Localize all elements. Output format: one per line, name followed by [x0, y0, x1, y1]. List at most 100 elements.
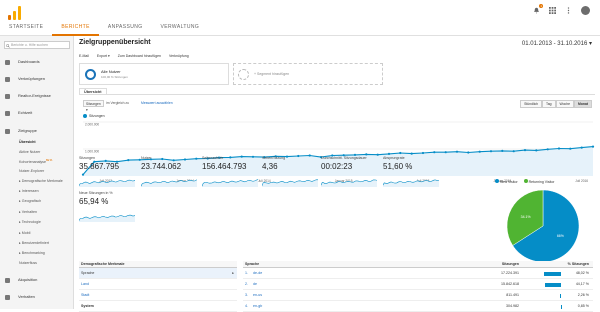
add-segment-button[interactable]: + Segment hinzufügen: [233, 63, 383, 85]
sidebar-sub-mobile[interactable]: ▸ Mobil: [19, 230, 74, 236]
table-row-language[interactable]: Sprache ▸: [79, 268, 237, 279]
granularity-week-button[interactable]: Woche: [556, 100, 575, 108]
y-tick-label: 1.000.000: [85, 150, 99, 154]
dashboard-icon: [5, 60, 10, 65]
language-link[interactable]: de-de: [253, 268, 262, 279]
segment-name: Alle Nutzer: [101, 69, 121, 74]
segment-all-users[interactable]: Alle Nutzer 100,00 % Sitzungen: [79, 63, 229, 85]
table-row-country[interactable]: Land: [79, 279, 237, 290]
sidebar-sub-userflow[interactable]: Nutzerfluss: [19, 260, 74, 266]
metric-select[interactable]: Sitzungen ▾: [83, 100, 104, 107]
date-range-picker[interactable]: 01.01.2013 - 31.10.2016 ▾: [522, 40, 592, 47]
sidebar-sub-overview[interactable]: Übersicht: [19, 139, 74, 145]
main-content: Zielgruppenübersicht 01.01.2013 - 31.10.…: [75, 36, 600, 309]
data-point: [592, 146, 594, 148]
notification-count: 1: [539, 4, 543, 8]
tab-divider: [79, 94, 595, 95]
table-row[interactable]: 1.de-de17.224.39148,02 %: [243, 268, 593, 279]
language-link[interactable]: de: [253, 279, 257, 290]
tab-home[interactable]: STARTSEITE: [0, 18, 52, 36]
chevron-right-icon: ▸: [232, 268, 234, 279]
sidebar-sub-benchmarking[interactable]: ▸ Benchmarking: [19, 250, 74, 256]
sidebar-item-label: Verhalten: [18, 293, 35, 301]
pie-legend-new: New Visitor: [495, 179, 518, 184]
table-row-city[interactable]: Stadt: [79, 290, 237, 301]
clock-icon: [5, 111, 10, 116]
sidebar-sub-behavior[interactable]: ▸ Verhalten: [19, 209, 74, 215]
table-row[interactable]: 4.en-gb304.9820,85 %: [243, 301, 593, 312]
sidebar-item-audience[interactable]: Zielgruppe: [0, 127, 74, 135]
sidebar-sub-demographics[interactable]: ▸ Demografische Merkmale: [19, 178, 74, 184]
sidebar-sub-technology[interactable]: ▸ Technologie: [19, 219, 74, 225]
table-row[interactable]: 3.en-us811.4912,26 %: [243, 290, 593, 301]
metric-sparkline: [79, 213, 135, 222]
tab-admin[interactable]: VERWALTUNG: [152, 18, 209, 36]
sidebar-item-shortcuts[interactable]: Verknüpfungen: [0, 75, 74, 83]
sidebar-item-label: Verknüpfungen: [18, 75, 45, 83]
sessions-value: 811.491: [506, 290, 519, 301]
metric-label: Durchschnittl. Sitzungsdauer: [321, 156, 367, 160]
sparkline-area: [321, 180, 377, 187]
sessions-value: 304.982: [506, 301, 519, 312]
compare-label: im Vergleich zu: [106, 101, 129, 105]
apps-grid-icon[interactable]: [549, 7, 556, 14]
tab-customization[interactable]: ANPASSUNG: [99, 18, 152, 36]
sidebar-sub-user-explorer[interactable]: Nutzer-Explorer: [19, 168, 74, 174]
sidebar-sub-custom[interactable]: ▸ Benutzerdefiniert: [19, 240, 74, 246]
metric-value: 23.744.062: [141, 162, 181, 171]
table-header: Demografische Merkmale: [79, 261, 237, 268]
metric-label: Sitzungen: [79, 156, 95, 160]
main-nav: STARTSEITE BERICHTE ANPASSUNG VERWALTUNG: [0, 18, 208, 36]
metric-sparkline: [321, 178, 377, 187]
pct-value: 44,17 %: [576, 279, 589, 290]
data-point: [581, 147, 583, 149]
sidebar-sub-interests[interactable]: ▸ Interessen: [19, 188, 74, 194]
notification-bell-icon[interactable]: 1: [533, 7, 540, 14]
date-range-label: 01.01.2013 - 31.10.2016: [522, 41, 587, 47]
language-link[interactable]: en-us: [253, 290, 262, 301]
table-row[interactable]: 2.de15.842.61844,17 %: [243, 279, 593, 290]
pct-value: 2,26 %: [578, 290, 589, 301]
row-index: 4.: [245, 301, 248, 312]
sidebar-sub-geo[interactable]: ▸ Geografisch: [19, 198, 74, 204]
sidebar-item-events[interactable]: Realtor-Ereignisse: [0, 92, 74, 100]
row-label: Sprache: [81, 271, 94, 275]
data-point: [433, 151, 435, 153]
search-input[interactable]: Berichte u. Hilfe suchen: [4, 41, 70, 49]
metric-sparkline: [383, 178, 439, 187]
more-vert-icon[interactable]: [565, 7, 572, 14]
sidebar-item-behavior[interactable]: Verhalten: [0, 293, 74, 301]
tab-reports[interactable]: BERICHTE: [52, 18, 98, 36]
sidebar-item-dashboards[interactable]: Dashboards: [0, 58, 74, 66]
metric-sessions: Sitzungen35.867.795: [79, 156, 137, 190]
report-toolbar: E-Mail Export ▾ Zum Dashboard hinzufügen…: [79, 54, 189, 58]
data-point: [501, 150, 503, 152]
metric-label: Nutzer: [141, 156, 152, 160]
data-point: [456, 151, 458, 153]
visitor-pie-chart: 66%34.1%: [505, 188, 581, 264]
add-to-dashboard-button[interactable]: Zum Dashboard hinzufügen: [118, 54, 161, 58]
sidebar-item-realtime[interactable]: Echtzeit: [0, 109, 74, 117]
metric-bounce-rate: Absprungrate51,60 %: [383, 156, 441, 190]
granularity-day-button[interactable]: Tag: [542, 100, 555, 108]
sidebar-item-acquisition[interactable]: Akquisition: [0, 276, 74, 284]
granularity-month-button[interactable]: Monat: [574, 100, 592, 108]
data-point: [535, 149, 537, 151]
sidebar-sub-cohort[interactable]: KohortenanalyseBETA: [19, 158, 74, 164]
metric-label: Seiten/Sitzung: [262, 156, 285, 160]
language-table: Sprache Sitzungen % Sitzungen 1.de-de17.…: [243, 261, 593, 312]
export-button[interactable]: Export ▾: [97, 54, 110, 58]
demographics-table: Demografische Merkmale Sprache ▸ Land Sta…: [79, 261, 237, 312]
sidebar-sub-active-users[interactable]: Aktive Nutzer: [19, 149, 74, 155]
shortcut-button[interactable]: Verknüpfung: [169, 54, 189, 58]
language-link[interactable]: en-gb: [253, 301, 262, 312]
pct-bar: [544, 272, 561, 276]
data-point: [445, 151, 447, 153]
x-tick-label: Juli 2016: [575, 179, 588, 183]
granularity-hourly-button[interactable]: Stündlich: [520, 100, 542, 108]
segment-placeholder-icon: [238, 69, 249, 80]
email-button[interactable]: E-Mail: [79, 54, 89, 58]
avatar[interactable]: [581, 6, 590, 15]
legend-dot: [495, 179, 499, 183]
pick-metric-link[interactable]: Messwert auswählen: [141, 101, 173, 105]
